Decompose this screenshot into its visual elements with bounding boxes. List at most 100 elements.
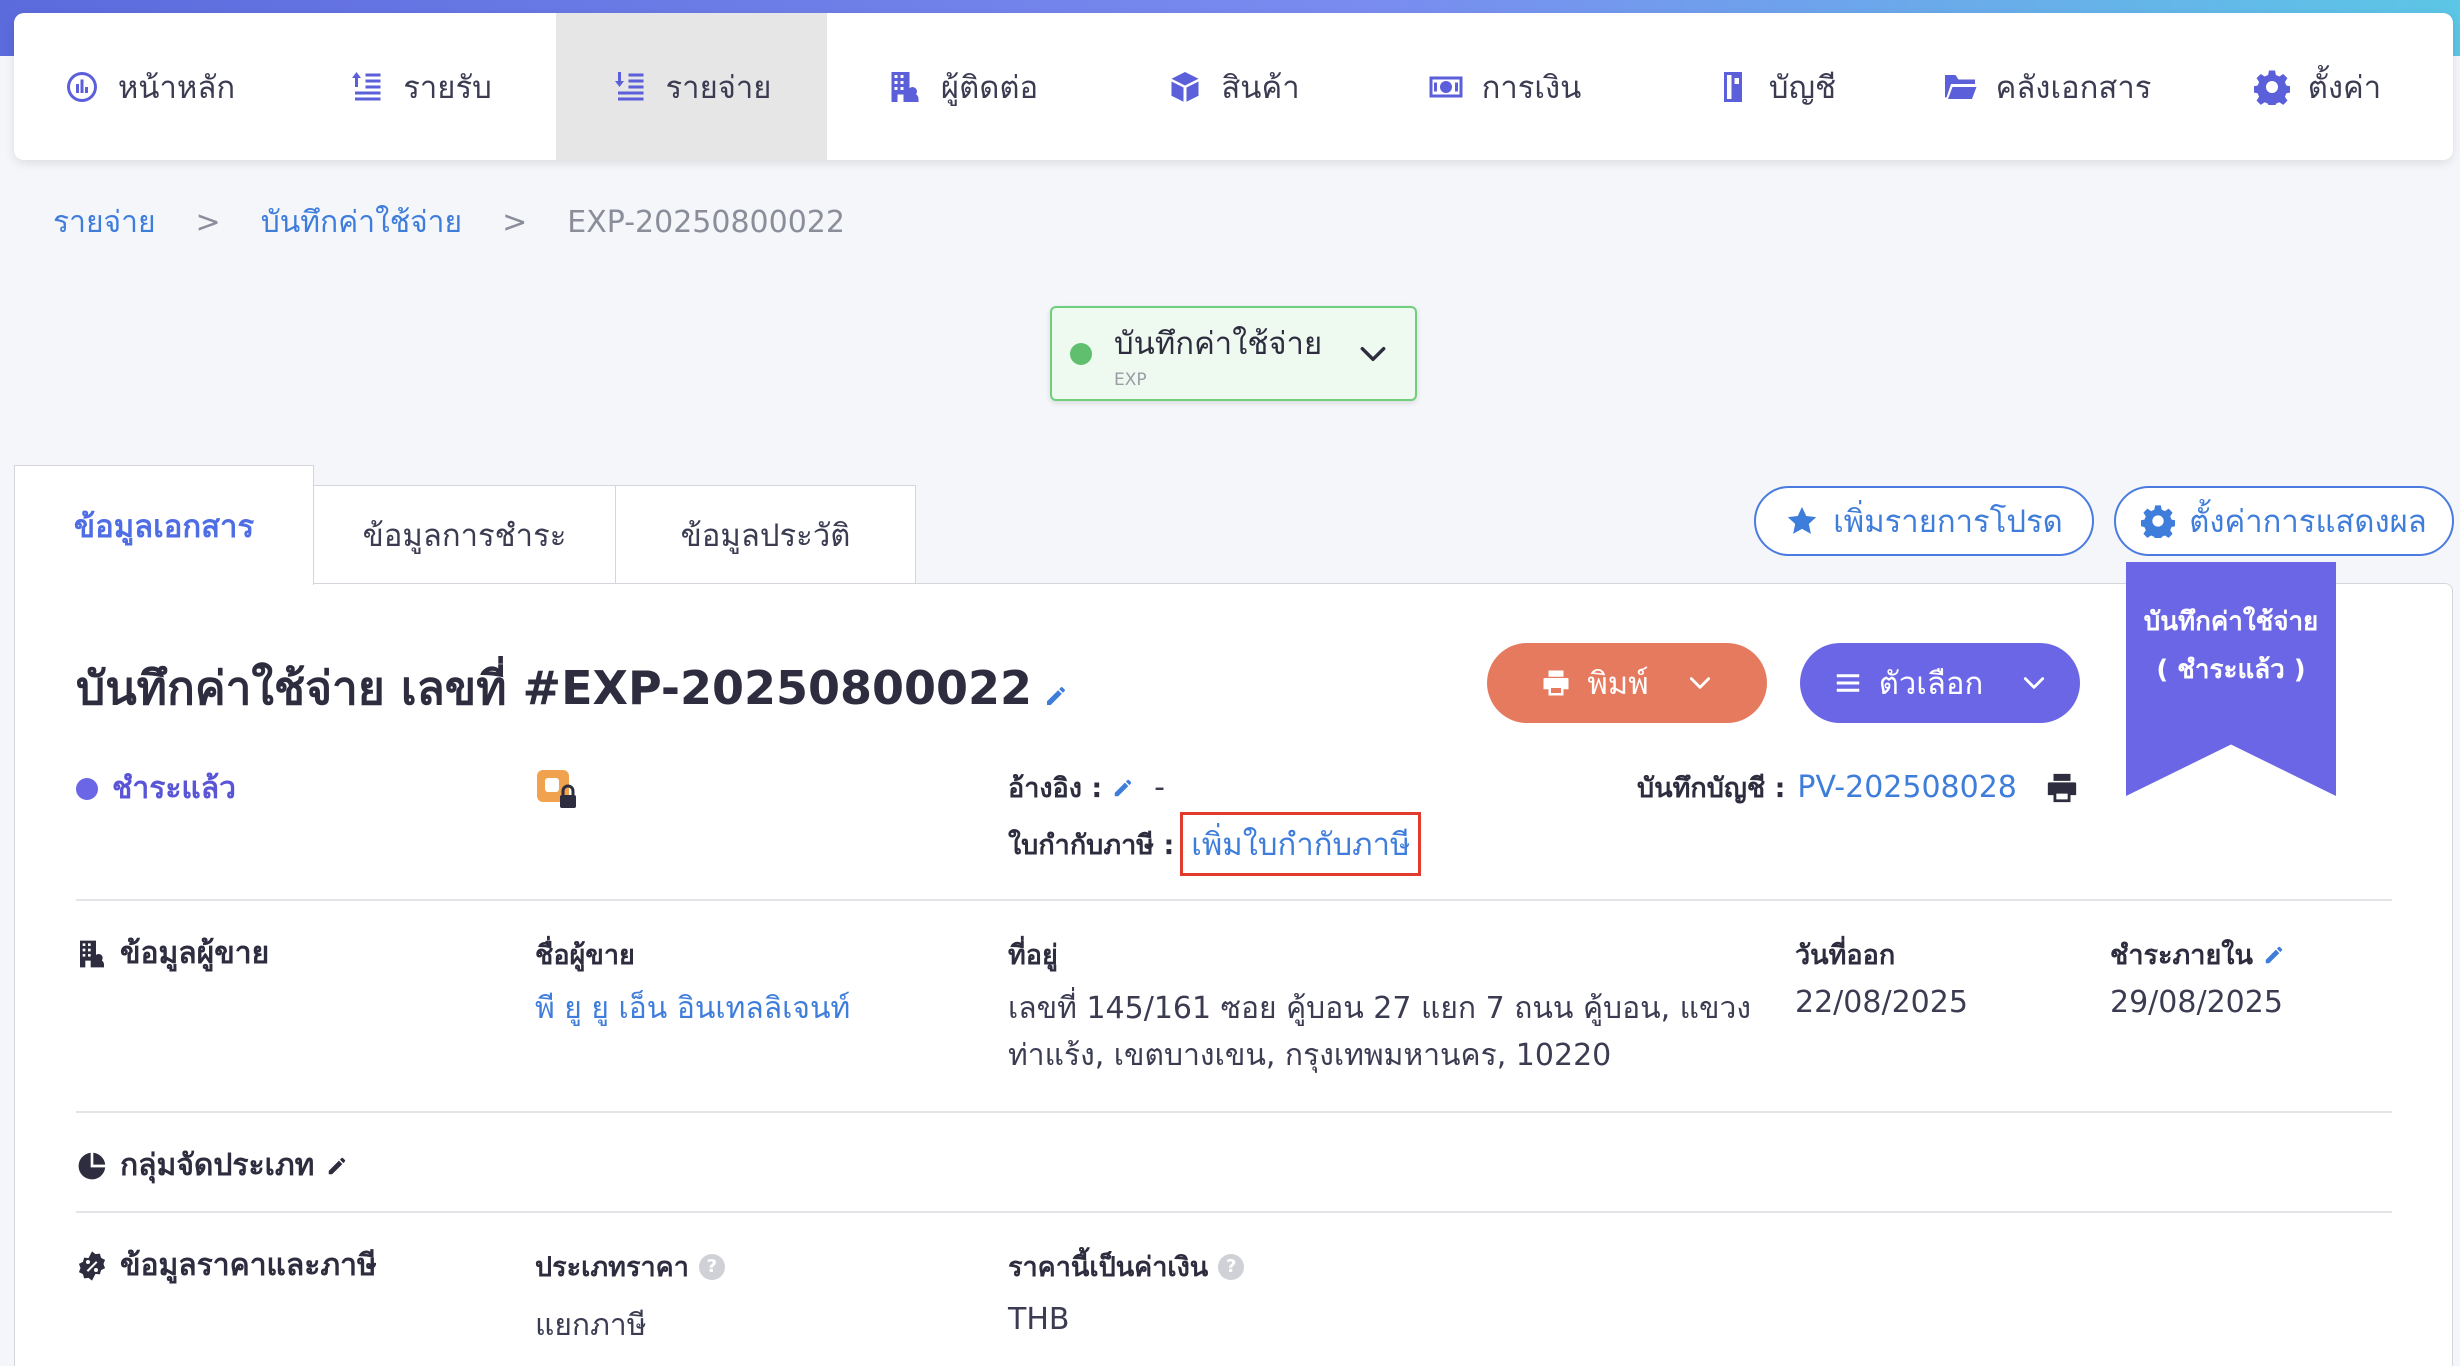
gear-icon	[2141, 505, 2176, 538]
ribbon-line-1: บันทึกค่าใช้จ่าย	[2143, 607, 2319, 637]
chevron-down-icon	[2024, 677, 2045, 689]
category-section-label: กลุ่มจัดประเภท	[120, 1148, 315, 1183]
account-row: บันทึกบัญชี : PV-202508028	[1637, 766, 2079, 809]
account-voucher-link[interactable]: PV-202508028	[1797, 770, 2016, 805]
vendor-section-label: ข้อมูลผู้ขาย	[120, 936, 270, 971]
address-label: ที่อยู่	[1008, 940, 1058, 971]
divider	[76, 1111, 2392, 1113]
folder-icon	[1944, 74, 1977, 99]
doc-tabs: ข้อมูลเอกสาร ข้อมูลการชำระ ข้อมูลประวัติ	[14, 465, 916, 585]
ribbon-line-2: ( ชำระแล้ว )	[2156, 655, 2306, 685]
pie-chart-icon	[78, 1152, 106, 1179]
breadcrumb: รายจ่าย > บันทึกค่าใช้จ่าย > EXP-2025080…	[53, 200, 845, 244]
ledger-icon	[1723, 71, 1742, 102]
vendor-section-title: ข้อมูลผู้ขาย	[76, 930, 269, 977]
tab-payment-info[interactable]: ข้อมูลการชำระ	[314, 485, 616, 585]
reference-row: อ้างอิง : -	[1008, 766, 1165, 809]
menu-icon	[1836, 674, 1859, 692]
reference-label: อ้างอิง :	[1008, 773, 1103, 804]
price-type-value: แยกภาษี	[535, 1308, 647, 1343]
nav-item-income[interactable]: รายรับ	[285, 13, 556, 160]
add-favorite-button[interactable]: เพิ่มรายการโปรด	[1754, 486, 2094, 556]
nav-item-finance[interactable]: การเงิน	[1369, 13, 1640, 160]
reference-value: -	[1154, 770, 1165, 805]
status-dot	[76, 777, 98, 800]
display-settings-button[interactable]: ตั้งค่าการแสดงผล	[2114, 486, 2454, 556]
due-date-value: 29/08/2025	[2110, 985, 2283, 1020]
nav-label: รายจ่าย	[665, 69, 772, 106]
breadcrumb-expense-record[interactable]: บันทึกค่าใช้จ่าย	[261, 199, 462, 246]
add-favorite-label: เพิ่มรายการโปรด	[1833, 504, 2063, 540]
issue-date-value: 22/08/2025	[1795, 985, 1968, 1020]
category-section-title: กลุ่มจัดประเภท	[76, 1142, 348, 1189]
nav-label: ผู้ติดต่อ	[940, 69, 1039, 106]
divider	[76, 899, 2392, 901]
printer-icon	[1543, 670, 1569, 696]
due-label: ชำระภายใน	[2110, 933, 2285, 976]
chevron-down-icon	[1360, 346, 1386, 362]
vendor-name-label: ชื่อผู้ขาย	[535, 940, 635, 971]
pricing-section-label: ข้อมูลราคาและภาษี	[120, 1248, 377, 1283]
account-label: บันทึกบัญชี :	[1637, 773, 1786, 804]
income-icon	[352, 71, 381, 100]
nav-label: ตั้งค่า	[2307, 69, 2382, 106]
percent-badge-icon	[78, 1250, 106, 1281]
print-label: พิมพ์	[1587, 666, 1649, 702]
pricing-section-title: ข้อมูลราคาและภาษี	[76, 1242, 377, 1289]
nav-item-accounting[interactable]: บัญชี	[1640, 13, 1911, 160]
due-label-text: ชำระภายใน	[2110, 940, 2253, 971]
locked-document-icon	[537, 770, 576, 808]
breadcrumb-separator: >	[195, 204, 221, 240]
edit-pencil-icon[interactable]	[1112, 777, 1134, 799]
currency-label: ราคานี้เป็นค่าเงิน ?	[1008, 1245, 1245, 1288]
nav-label: รายรับ	[403, 69, 492, 106]
building-icon	[80, 940, 104, 967]
nav-item-settings[interactable]: ตั้งค่า	[2182, 13, 2453, 160]
page-title-text: บันทึกค่าใช้จ่าย เลขที่ #EXP-20250800022	[76, 661, 1033, 715]
doc-type-status-dot	[1070, 342, 1092, 365]
breadcrumb-expense[interactable]: รายจ่าย	[53, 199, 156, 246]
expense-icon	[614, 71, 644, 100]
tax-invoice-row: ใบกำกับภาษี : เพิ่มใบกำกับภาษี	[1008, 812, 1422, 876]
nav-label: การเงิน	[1481, 69, 1582, 106]
page-title: บันทึกค่าใช้จ่าย เลขที่ #EXP-20250800022	[76, 652, 1068, 725]
chevron-down-icon	[1689, 677, 1710, 689]
nav-label: สินค้า	[1221, 69, 1300, 106]
nav-item-documents[interactable]: คลังเอกสาร	[1911, 13, 2182, 160]
box-icon	[1171, 71, 1199, 102]
printer-icon[interactable]	[2045, 771, 2079, 805]
tab-document-info[interactable]: ข้อมูลเอกสาร	[14, 465, 314, 585]
add-tax-invoice-link[interactable]: เพิ่มใบกำกับภาษี	[1180, 812, 1422, 876]
gear-icon	[2253, 70, 2290, 105]
divider	[76, 1211, 2392, 1213]
dashboard-icon	[66, 71, 97, 102]
payment-status: ชำระแล้ว	[76, 765, 236, 812]
help-icon[interactable]: ?	[1218, 1253, 1245, 1280]
doc-type-dropdown[interactable]: บันทึกค่าใช้จ่าย EXP	[1050, 306, 1417, 401]
breadcrumb-current: EXP-20250800022	[567, 204, 845, 240]
edit-pencil-icon[interactable]	[1044, 684, 1068, 708]
issue-date-label: วันที่ออก	[1795, 940, 1896, 971]
price-type-label-text: ประเภทราคา	[535, 1252, 689, 1283]
vendor-name-link[interactable]: พี ยู ยู เอ็น อินเทลลิเจนท์	[535, 985, 850, 1032]
options-button[interactable]: ตัวเลือก	[1800, 643, 2080, 723]
edit-pencil-icon[interactable]	[326, 1155, 348, 1177]
price-type-label: ประเภทราคา ?	[535, 1245, 725, 1288]
nav-label: บัญชี	[1768, 69, 1837, 106]
display-settings-label: ตั้งค่าการแสดงผล	[2189, 504, 2427, 540]
nav-item-expense[interactable]: รายจ่าย	[556, 13, 827, 160]
edit-pencil-icon[interactable]	[2263, 944, 2285, 966]
print-button[interactable]: พิมพ์	[1487, 643, 1767, 723]
nav-item-contacts[interactable]: ผู้ติดต่อ	[827, 13, 1098, 160]
tax-invoice-label: ใบกำกับภาษี :	[1008, 829, 1175, 861]
nav-item-home[interactable]: หน้าหลัก	[14, 13, 285, 160]
nav-item-products[interactable]: สินค้า	[1098, 13, 1369, 160]
doc-type-label: บันทึกค่าใช้จ่าย	[1114, 325, 1323, 362]
vendor-address: เลขที่ 145/161 ซอย คู้บอน 27 แยก 7 ถนน ค…	[1008, 991, 1751, 1073]
help-icon[interactable]: ?	[698, 1253, 725, 1280]
tab-history-info[interactable]: ข้อมูลประวัติ	[616, 485, 916, 585]
contacts-icon	[891, 71, 919, 102]
currency-value: THB	[1008, 1302, 1070, 1337]
nav-label: หน้าหลัก	[117, 69, 236, 106]
main-nav: หน้าหลัก รายรับ รายจ่าย ผู้ติดต่อ สินค้า…	[14, 13, 2453, 160]
